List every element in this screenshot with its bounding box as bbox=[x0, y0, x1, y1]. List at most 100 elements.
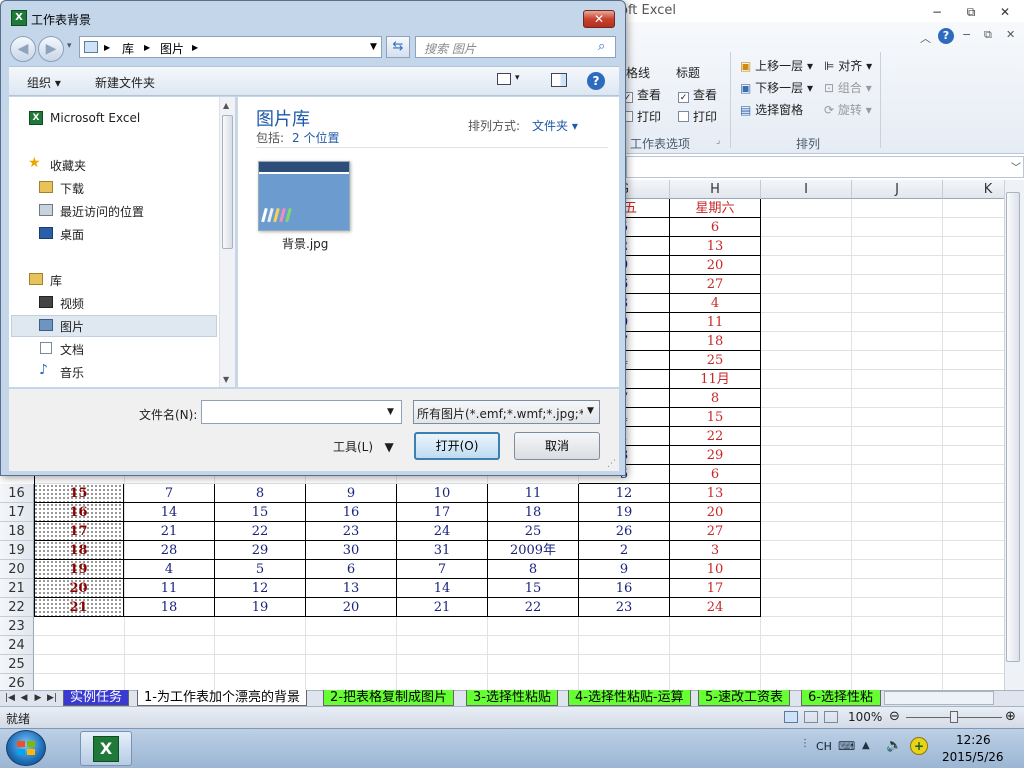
search-icon[interactable]: ⌕ bbox=[598, 39, 605, 54]
row-header[interactable]: 19 bbox=[0, 541, 34, 560]
row-header[interactable]: 23 bbox=[0, 617, 34, 636]
date-cell[interactable]: 23 bbox=[306, 522, 397, 541]
row-header[interactable]: 21 bbox=[0, 579, 34, 598]
scroll-down-icon[interactable]: ▼ bbox=[223, 375, 229, 384]
arrange-by-dropdown[interactable]: 文件夹 ▾ bbox=[532, 117, 578, 134]
row-header[interactable]: 20 bbox=[0, 560, 34, 579]
date-cell[interactable]: 19 bbox=[215, 598, 306, 617]
date-cell[interactable]: 27 bbox=[670, 522, 761, 541]
date-cell[interactable]: 2 bbox=[579, 541, 670, 560]
date-cell[interactable]: 4 bbox=[124, 560, 215, 579]
gridlines-view-checkbox[interactable]: ✓ 查看 bbox=[622, 86, 661, 103]
week-number-cell[interactable]: 20 bbox=[34, 579, 124, 598]
week-number-cell[interactable]: 16 bbox=[34, 503, 124, 522]
row-header[interactable]: 16 bbox=[0, 484, 34, 503]
date-cell[interactable]: 24 bbox=[670, 598, 761, 617]
row-header[interactable]: 17 bbox=[0, 503, 34, 522]
column-header[interactable]: H bbox=[670, 180, 761, 199]
row-header[interactable]: 25 bbox=[0, 655, 34, 674]
preview-pane-icon[interactable] bbox=[551, 73, 567, 87]
date-cell[interactable]: 12 bbox=[215, 579, 306, 598]
date-cell[interactable]: 16 bbox=[579, 579, 670, 598]
zoom-slider-thumb[interactable] bbox=[950, 711, 958, 723]
row-header[interactable]: 26 bbox=[0, 674, 34, 690]
date-cell[interactable]: 26 bbox=[579, 522, 670, 541]
excel-minimize-button[interactable]: − bbox=[926, 3, 948, 21]
align-button[interactable]: ⊫ 对齐 ▾ bbox=[824, 57, 872, 74]
ribbon-collapse-icon[interactable]: ︿ bbox=[920, 30, 931, 46]
cell-saturday[interactable]: 25 bbox=[670, 351, 761, 370]
date-cell[interactable]: 15 bbox=[215, 503, 306, 522]
tools-button[interactable]: 工具(L) ▼ bbox=[333, 438, 394, 455]
date-cell[interactable]: 22 bbox=[215, 522, 306, 541]
date-cell[interactable]: 8 bbox=[215, 484, 306, 503]
date-cell[interactable]: 24 bbox=[397, 522, 488, 541]
date-cell[interactable]: 6 bbox=[306, 560, 397, 579]
date-cell[interactable]: 13 bbox=[306, 579, 397, 598]
date-cell[interactable]: 22 bbox=[488, 598, 579, 617]
week-number-cell[interactable]: 18 bbox=[34, 541, 124, 560]
view-options-icon[interactable] bbox=[497, 73, 511, 85]
cell-saturday[interactable]: 29 bbox=[670, 446, 761, 465]
open-button[interactable]: 打开(O) bbox=[414, 432, 500, 460]
clock-time[interactable]: 12:26 bbox=[956, 733, 991, 747]
search-input[interactable]: 搜索 图片 ⌕ bbox=[415, 36, 616, 58]
nav-microsoft-excel[interactable]: Microsoft Excel bbox=[50, 111, 140, 125]
week-number-cell[interactable]: 17 bbox=[34, 522, 124, 541]
cell-saturday[interactable]: 18 bbox=[670, 332, 761, 351]
date-cell[interactable]: 21 bbox=[397, 598, 488, 617]
tab-prev-icon[interactable]: ◀ bbox=[18, 691, 30, 705]
date-cell[interactable]: 5 bbox=[215, 560, 306, 579]
row-header[interactable]: 18 bbox=[0, 522, 34, 541]
cell-saturday[interactable]: 27 bbox=[670, 275, 761, 294]
clock-date[interactable]: 2015/5/26 bbox=[942, 750, 1004, 764]
excel-restore-button[interactable]: ⧉ bbox=[960, 3, 982, 21]
nav-desktop[interactable]: 桌面 bbox=[60, 226, 84, 243]
cell-saturday[interactable]: 20 bbox=[670, 256, 761, 275]
sheet-tab[interactable]: 4-选择性粘贴-运算 bbox=[568, 690, 691, 706]
cell-saturday[interactable]: 11月 bbox=[670, 370, 761, 389]
nav-documents[interactable]: 文档 bbox=[60, 341, 84, 358]
selection-pane-button[interactable]: ▤ 选择窗格 bbox=[740, 101, 803, 118]
date-cell[interactable]: 25 bbox=[488, 522, 579, 541]
resize-grip-icon[interactable]: ⋰ bbox=[607, 459, 616, 469]
nav-music[interactable]: 音乐 bbox=[60, 364, 84, 381]
zoom-out-icon[interactable]: ⊖ bbox=[889, 709, 900, 724]
formula-bar[interactable]: ﹀ bbox=[626, 156, 1024, 178]
cell-saturday[interactable]: 6 bbox=[670, 465, 761, 484]
page-layout-icon[interactable] bbox=[804, 711, 818, 723]
row-header[interactable]: 24 bbox=[0, 636, 34, 655]
date-cell[interactable]: 17 bbox=[397, 503, 488, 522]
cell-saturday[interactable]: 15 bbox=[670, 408, 761, 427]
breadcrumb-pictures[interactable]: 图片 bbox=[160, 40, 184, 57]
volume-icon[interactable]: 🔈 bbox=[886, 738, 902, 753]
dialog-close-button[interactable]: ✕ bbox=[583, 10, 615, 28]
headings-view-checkbox[interactable]: ✓ 查看 bbox=[678, 86, 717, 103]
tab-last-icon[interactable]: ▶| bbox=[46, 691, 58, 705]
nav-videos[interactable]: 视频 bbox=[60, 295, 84, 312]
normal-view-icon[interactable] bbox=[784, 711, 798, 723]
breadcrumb-libraries[interactable]: 库 bbox=[122, 40, 134, 57]
column-header[interactable]: J bbox=[852, 180, 943, 199]
date-cell[interactable]: 16 bbox=[306, 503, 397, 522]
vertical-scroll-thumb[interactable] bbox=[1006, 192, 1020, 662]
keyboard-icon[interactable]: ⌨ bbox=[838, 739, 855, 753]
group-button[interactable]: ⊡ 组合 ▾ bbox=[824, 79, 872, 96]
date-cell[interactable]: 17 bbox=[670, 579, 761, 598]
cell-saturday[interactable]: 22 bbox=[670, 427, 761, 446]
date-cell[interactable]: 14 bbox=[397, 579, 488, 598]
help-icon[interactable]: ? bbox=[938, 28, 954, 44]
language-indicator[interactable]: CH bbox=[816, 740, 832, 753]
address-bar[interactable]: ▶ 库 ▶ 图片 ▶ ▼ bbox=[79, 36, 382, 58]
cell-saturday[interactable]: 6 bbox=[670, 218, 761, 237]
cancel-button[interactable]: 取消 bbox=[514, 432, 600, 460]
cell-saturday[interactable]: 8 bbox=[670, 389, 761, 408]
date-cell[interactable]: 9 bbox=[306, 484, 397, 503]
date-cell[interactable]: 20 bbox=[306, 598, 397, 617]
date-cell[interactable]: 2009年 bbox=[488, 541, 579, 560]
organize-button[interactable]: 组织 ▾ bbox=[27, 74, 61, 91]
help-icon[interactable]: ? bbox=[587, 72, 605, 90]
date-cell[interactable]: 18 bbox=[124, 598, 215, 617]
date-cell[interactable]: 19 bbox=[579, 503, 670, 522]
network-icon[interactable]: + bbox=[910, 737, 928, 755]
